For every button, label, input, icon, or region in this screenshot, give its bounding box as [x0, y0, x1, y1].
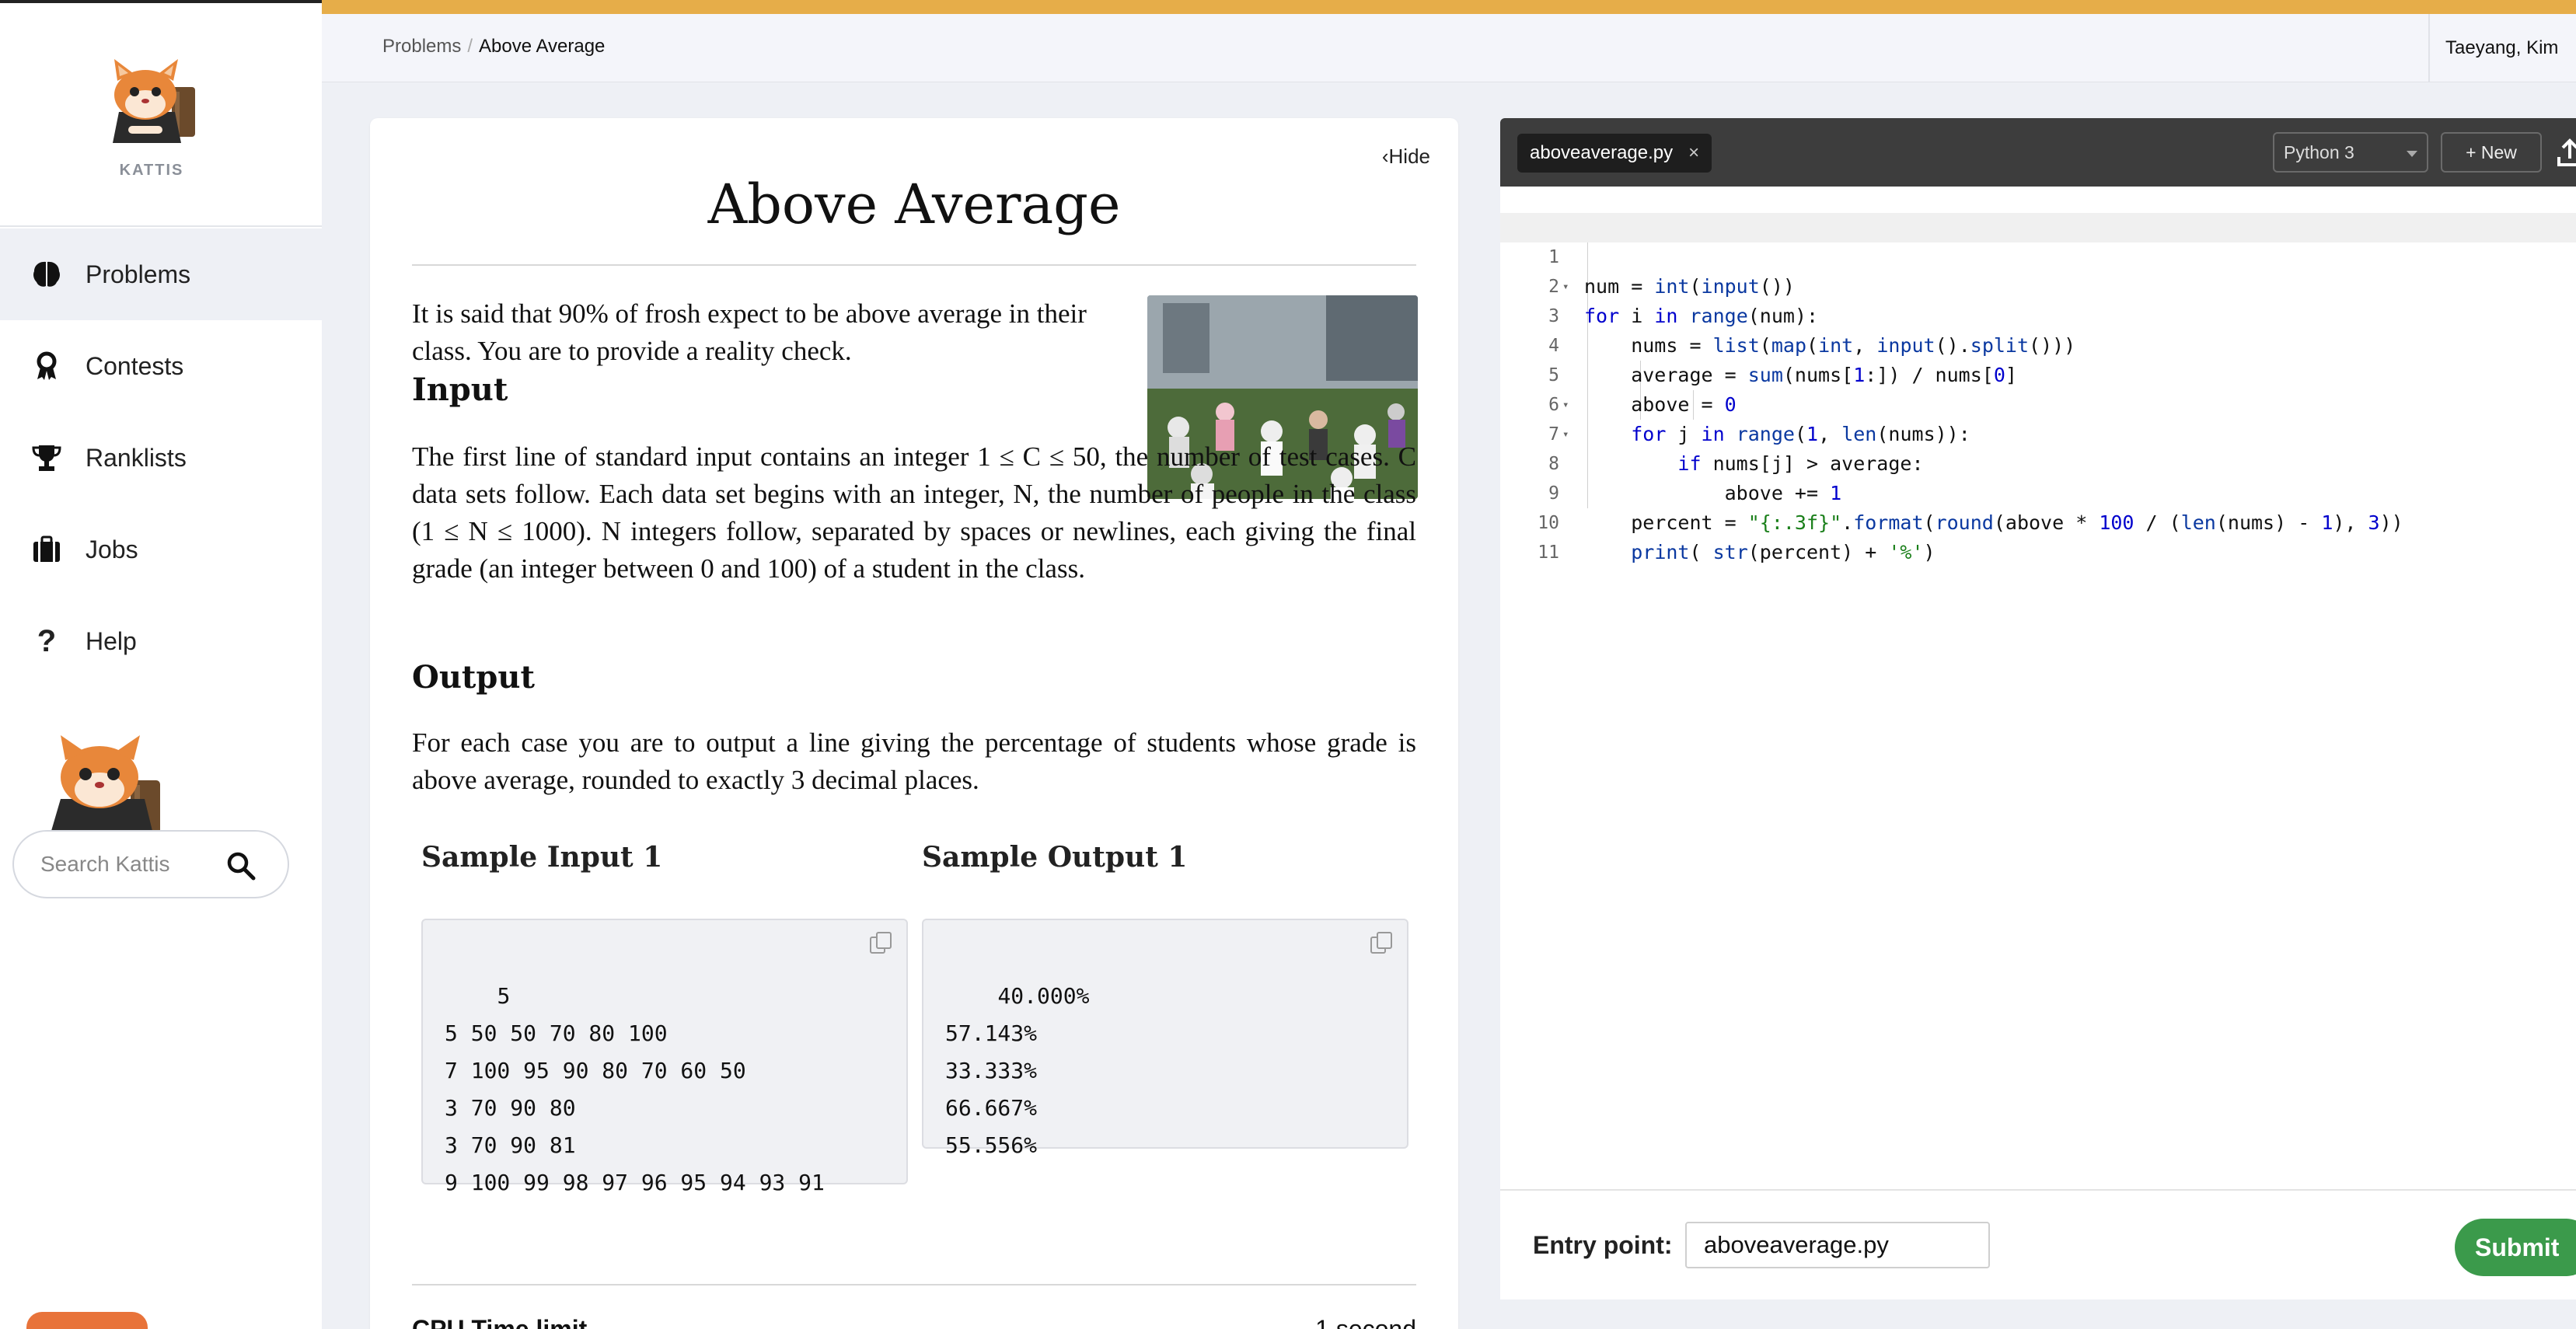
kattis-mascot-icon	[51, 735, 160, 831]
code-line[interactable]: 3 nums = list(map(int, input().split()))	[1500, 272, 2576, 357]
code-text: print( str(percent) + '%')	[1631, 541, 1935, 563]
close-icon[interactable]: ×	[1688, 142, 1699, 164]
sidebar-item-jobs[interactable]: Jobs	[0, 504, 322, 595]
file-tab[interactable]: aboveaverage.py ×	[1517, 134, 1712, 173]
sample-input-heading: Sample Input 1	[421, 841, 663, 874]
top-accent-stripe	[322, 0, 2576, 14]
input-description: The first line of standard input contain…	[412, 441, 1416, 584]
code-line[interactable]: 2 ▾ for i in range(num):	[1500, 242, 2576, 327]
problem-panel: ‹Hide Above Average It is said that 90% …	[370, 118, 1458, 1329]
code-line[interactable]: 7 ▾ if nums[j] > average:	[1500, 390, 2576, 475]
chevron-left-icon: ‹	[1381, 145, 1389, 168]
title-divider	[412, 264, 1416, 266]
code-line[interactable]: 6 ▾ for j in range(1, len(nums)):	[1500, 361, 2576, 445]
line-number: 11	[1538, 542, 1559, 563]
breadcrumb-current: Above Average	[479, 36, 606, 57]
sidebar-nav: Problems Contests Ranklists Jobs ? Help	[0, 228, 322, 687]
logo[interactable]: KATTIS	[0, 58, 303, 180]
cpu-time-label: CPU Time limit	[412, 1315, 588, 1329]
code-line[interactable]: 10 print( str(percent) + '%')	[1500, 479, 2576, 563]
search-box	[12, 830, 289, 898]
sample-output-box: 40.000% 57.143% 33.333% 66.667% 55.556%	[922, 919, 1408, 1158]
entry-point-bar: Entry point: Submit	[1500, 1189, 2576, 1299]
cpu-time-value: 1 second	[1315, 1315, 1416, 1329]
code-line[interactable]: 11	[1500, 508, 2576, 563]
copy-icon[interactable]	[1368, 930, 1396, 958]
entry-point-input[interactable]	[1685, 1222, 1990, 1268]
breadcrumb-separator: /	[467, 36, 473, 57]
code-line[interactable]: 1 num = int(input())	[1500, 213, 2576, 298]
ribbon-icon	[31, 351, 62, 382]
sidebar-item-label: Help	[86, 626, 137, 655]
code-line[interactable]: 4 average = sum(nums[1:]) / nums[0]	[1500, 302, 2576, 386]
language-select[interactable]: Python 3	[2273, 132, 2428, 173]
sample-output-text: 40.000% 57.143% 33.333% 66.667% 55.556%	[945, 983, 1090, 1158]
kattis-cat-logo-icon	[113, 59, 195, 143]
code-line[interactable]: 8 above += 1	[1500, 420, 2576, 504]
briefcase-icon	[31, 534, 62, 565]
code-line[interactable]: 9 percent = "{:.3f}".format(round(above …	[1500, 449, 2576, 534]
problem-intro: It is said that 90% of frosh expect to b…	[412, 298, 1087, 366]
sample-output-heading: Sample Output 1	[922, 841, 1188, 874]
submit-button[interactable]: Submit	[2455, 1219, 2576, 1276]
sidebar-item-label: Contests	[86, 351, 184, 380]
input-heading: Input	[412, 371, 508, 408]
metadata-divider	[412, 1284, 1416, 1285]
sample-input-text: 5 5 50 50 70 80 100 7 100 95 90 80 70 60…	[445, 983, 825, 1195]
feedback-badge[interactable]	[26, 1312, 148, 1329]
top-header: Problems / Above Average Taeyang, Kim	[322, 14, 2576, 82]
chevron-down-icon	[2407, 151, 2417, 157]
copy-icon[interactable]	[867, 930, 895, 958]
output-description: For each case you are to output a line g…	[412, 727, 1416, 795]
user-menu[interactable]: Taeyang, Kim	[2428, 14, 2576, 82]
sample-input-box: 5 5 50 50 70 80 100 7 100 95 90 80 70 60…	[421, 919, 908, 1195]
hide-label: Hide	[1388, 145, 1430, 168]
breadcrumb: Problems / Above Average	[382, 36, 605, 58]
upload-icon[interactable]	[2554, 137, 2576, 168]
entry-point-label: Entry point:	[1533, 1231, 1673, 1259]
sidebar-item-help[interactable]: ? Help	[0, 595, 322, 687]
file-tab-label: aboveaverage.py	[1530, 142, 1674, 163]
editor-toolbar: aboveaverage.py × Python 3 + New	[1500, 118, 2576, 187]
hide-button[interactable]: ‹Hide	[1382, 145, 1430, 169]
search-icon[interactable]	[225, 850, 257, 881]
sidebar: KATTIS Problems Contests Ranklists Jobs	[0, 0, 322, 1329]
code-line[interactable]: 5 above = 0	[1500, 331, 2576, 416]
sidebar-item-label: Problems	[86, 260, 191, 288]
sidebar-item-label: Ranklists	[86, 443, 187, 472]
user-name: Taeyang, Kim	[2445, 37, 2559, 58]
language-value: Python 3	[2284, 141, 2354, 162]
page-title: Above Average	[707, 173, 1121, 236]
code-area[interactable]: 1 num = int(input()) 2 ▾ for i in range(n…	[1500, 213, 2576, 563]
output-heading: Output	[412, 659, 535, 696]
sidebar-item-contests[interactable]: Contests	[0, 320, 322, 412]
brain-icon	[31, 259, 62, 290]
trophy-icon	[31, 442, 62, 473]
new-file-label: + New	[2466, 141, 2517, 162]
code-editor-panel: aboveaverage.py × Python 3 + New 1 num =…	[1500, 118, 2576, 1299]
question-icon: ?	[37, 623, 57, 658]
sidebar-item-ranklists[interactable]: Ranklists	[0, 412, 322, 504]
sidebar-item-label: Jobs	[86, 535, 138, 563]
submit-label: Submit	[2475, 1233, 2560, 1261]
sidebar-divider	[0, 225, 322, 227]
new-file-button[interactable]: + New	[2441, 132, 2542, 173]
sidebar-item-problems[interactable]: Problems	[0, 228, 322, 320]
search-input[interactable]	[40, 852, 211, 877]
breadcrumb-problems[interactable]: Problems	[382, 36, 461, 57]
app-name: KATTIS	[119, 162, 184, 179]
